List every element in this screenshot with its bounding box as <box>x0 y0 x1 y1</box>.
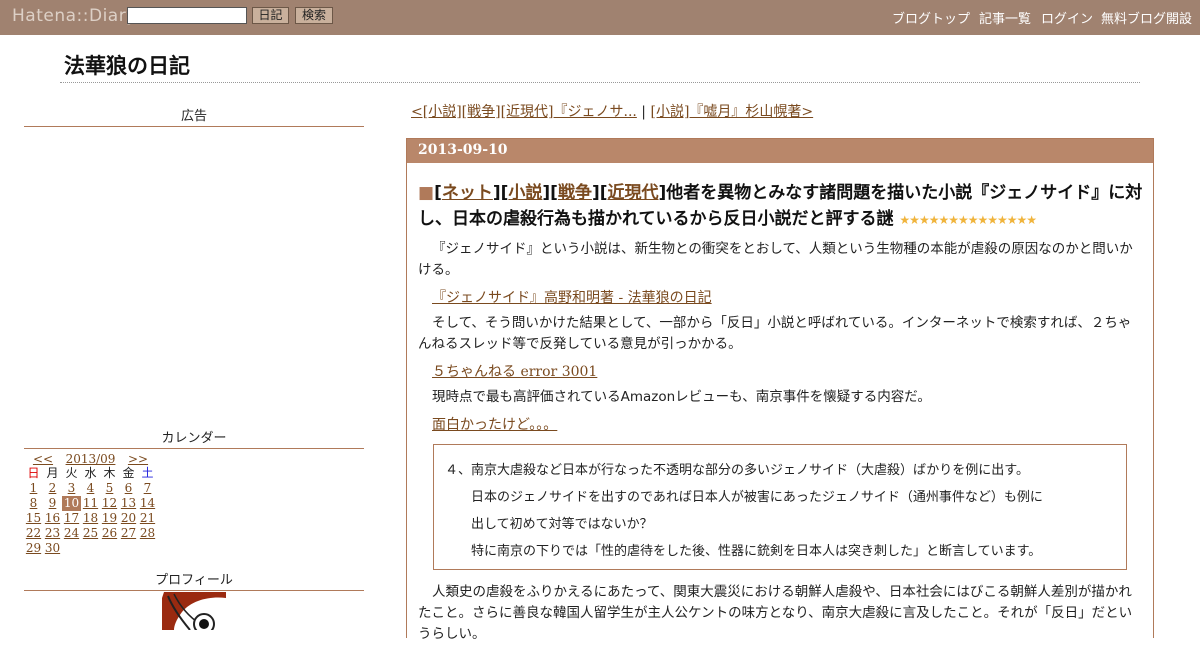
weekday-mon: 月 <box>46 466 59 480</box>
calendar-day[interactable]: 20 <box>119 511 138 526</box>
calendar-day[interactable]: 25 <box>81 526 100 541</box>
diary-button[interactable]: 日記 <box>252 7 289 24</box>
calendar-day[interactable]: 21 <box>138 511 157 526</box>
hatena-diary-logo[interactable]: Hatena::Diary <box>12 6 137 26</box>
weekday-thu: 木 <box>103 466 116 480</box>
calendar-day[interactable]: 23 <box>43 526 62 541</box>
calendar-blank <box>62 541 81 556</box>
calendar-day[interactable]: 27 <box>119 526 138 541</box>
calendar-blank <box>138 541 157 556</box>
calendar-blank <box>119 541 138 556</box>
calendar-month-link[interactable]: 2013/09 <box>62 452 119 466</box>
calendar-blank <box>81 541 100 556</box>
calendar-day[interactable]: 3 <box>62 481 81 496</box>
weekday-wed: 水 <box>84 466 97 480</box>
link-5ch-error[interactable]: ５ちゃんねる error 3001 <box>432 364 597 380</box>
blockquote: ４、南京大虐殺など日本が行なった不透明な部分の多いジェノサイド（大虐殺）ばかりを… <box>433 444 1127 570</box>
calendar-day[interactable]: 7 <box>138 481 157 496</box>
next-entry-link[interactable]: [小説]『嘘月』杉山幌著> <box>650 104 813 120</box>
calendar-day[interactable]: 8 <box>24 496 43 511</box>
paragraph-1: 『ジェノサイド』という小説は、新生物との衝突をとおして、人類という生物種の本能が… <box>418 241 1133 278</box>
quote-line: ４、南京大虐殺など日本が行なった不透明な部分の多いジェノサイド（大虐殺）ばかりを… <box>445 463 1029 478</box>
calendar-prev-link[interactable]: << <box>24 452 62 466</box>
paragraph-3: 現時点で最も高評価されているAmazonレビューも、南京事件を懐疑する内容だ。 <box>432 389 931 405</box>
calendar-day[interactable]: 15 <box>24 511 43 526</box>
calendar-day[interactable]: 30 <box>43 541 62 556</box>
profile-avatar[interactable] <box>162 592 226 630</box>
calendar-day[interactable]: 9 <box>43 496 62 511</box>
profile-heading: プロフィール <box>24 569 364 591</box>
blog-title[interactable]: 法華狼の日記 <box>64 50 190 80</box>
nav-login[interactable]: ログイン <box>1041 8 1093 27</box>
calendar-day[interactable]: 5 <box>100 481 119 496</box>
calendar-week: 1234567 <box>24 481 164 496</box>
pager-separator: | <box>636 104 651 120</box>
calendar-day[interactable]: 26 <box>100 526 119 541</box>
calendar-day[interactable]: 19 <box>100 511 119 526</box>
calendar-day[interactable]: 17 <box>62 511 81 526</box>
top-bar: Hatena::Diary 日記 検索 ブログトップ 記事一覧 ログイン 無料ブ… <box>0 0 1200 35</box>
ad-heading: 広告 <box>24 105 364 127</box>
calendar-day[interactable]: 13 <box>119 496 138 511</box>
paragraph-2: そして、そう問いかけた結果として、一部から「反日」小説と呼ばれている。インターネ… <box>418 315 1132 352</box>
calendar-day[interactable]: 14 <box>138 496 157 511</box>
nav-article-list[interactable]: 記事一覧 <box>979 8 1031 27</box>
weekday-sat: 土 <box>141 466 154 480</box>
calendar-week: 8 9 10 11 12 13 14 <box>24 496 164 511</box>
calendar-week: 29 30 <box>24 541 164 556</box>
diary-entry: 2013-09-10 ■[ネット][小説][戦争][近現代]他者を異物とみなす諸… <box>406 138 1154 642</box>
calendar-weekdays: 日 月 火 水 木 金 土 <box>24 466 164 481</box>
title-divider <box>60 82 1140 83</box>
calendar-day[interactable]: 4 <box>81 481 100 496</box>
calendar-blank <box>100 541 119 556</box>
weekday-fri: 金 <box>122 466 135 480</box>
tag-net[interactable]: ネット <box>442 183 493 203</box>
calendar-day[interactable]: 24 <box>62 526 81 541</box>
calendar-next-link[interactable]: >> <box>119 452 157 466</box>
link-genocide-review[interactable]: 『ジェノサイド』高野和明著 - 法華狼の日記 <box>432 290 712 306</box>
calendar-day[interactable]: 18 <box>81 511 100 526</box>
calendar-day[interactable]: 1 <box>24 481 43 496</box>
calendar-week: 15 16 17 18 19 20 21 <box>24 511 164 526</box>
prev-entry-link[interactable]: <[小説][戦争][近現代]『ジェノサ... <box>411 104 637 120</box>
calendar: << 2013/09 >> 日 月 火 水 木 金 土 1 2 3 4 5 6 7 8 9 10 1… <box>24 452 164 556</box>
quote-line: 日本のジェノサイドを出すのであれば日本人が被害にあったジェノサイド（通州事件など… <box>471 490 1043 505</box>
calendar-days: 1 2 3 4 5 6 7 8 9 10 11 12 13 14 15 16 17 18 19 20 21 22 23 24 2… <box>24 481 164 556</box>
calendar-week: 22 23 24 25 26 27 28 <box>24 526 164 541</box>
search-input[interactable] <box>127 7 247 24</box>
entry-pager: <[小説][戦争][近現代]『ジェノサ... | [小説]『嘘月』杉山幌著> <box>411 101 813 121</box>
search-button[interactable]: 検索 <box>295 7 333 24</box>
calendar-day[interactable]: 28 <box>138 526 157 541</box>
quote-line: 出して初めて対等ではないか？ <box>471 517 653 532</box>
calendar-day[interactable]: 16 <box>43 511 62 526</box>
calendar-day[interactable]: 22 <box>24 526 43 541</box>
avatar-image <box>162 592 226 630</box>
nav-create-blog[interactable]: 無料ブログ開設 <box>1101 8 1192 27</box>
section-title: ■[ネット][小説][戦争][近現代]他者を異物とみなす諸問題を描いた小説『ジェ… <box>418 183 1143 229</box>
calendar-day[interactable]: 11 <box>81 496 100 511</box>
calendar-heading: カレンダー <box>24 427 364 449</box>
section-marker[interactable]: ■ <box>418 183 434 203</box>
tag-novel[interactable]: 小説 <box>508 183 542 203</box>
calendar-day[interactable]: 12 <box>100 496 119 511</box>
tag-war[interactable]: 戦争 <box>558 183 592 203</box>
link-amazon-review[interactable]: 面白かったけど。。。 <box>432 417 557 433</box>
entry-date[interactable]: 2013-09-10 <box>407 139 1153 163</box>
weekday-tue: 火 <box>65 466 78 480</box>
nav-blog-top[interactable]: ブログトップ <box>892 8 970 27</box>
tag-modern[interactable]: 近現代 <box>607 183 658 203</box>
paragraph-4: 人類史の虐殺をふりかえるにあたって、関東大震災における朝鮮人虐殺や、日本社会には… <box>418 584 1133 642</box>
star-icons[interactable]: ★★★★★★★★★★★★★★ <box>899 213 1037 227</box>
calendar-day[interactable]: 29 <box>24 541 43 556</box>
calendar-day[interactable]: 10 <box>62 496 81 511</box>
weekday-sun: 日 <box>27 466 40 480</box>
quote-line: 特に南京の下りでは「性的虐待をした後、性器に銃剣を日本人は突き刺した」と断言して… <box>471 544 1042 559</box>
calendar-day[interactable]: 2 <box>43 481 62 496</box>
calendar-day[interactable]: 6 <box>119 481 138 496</box>
